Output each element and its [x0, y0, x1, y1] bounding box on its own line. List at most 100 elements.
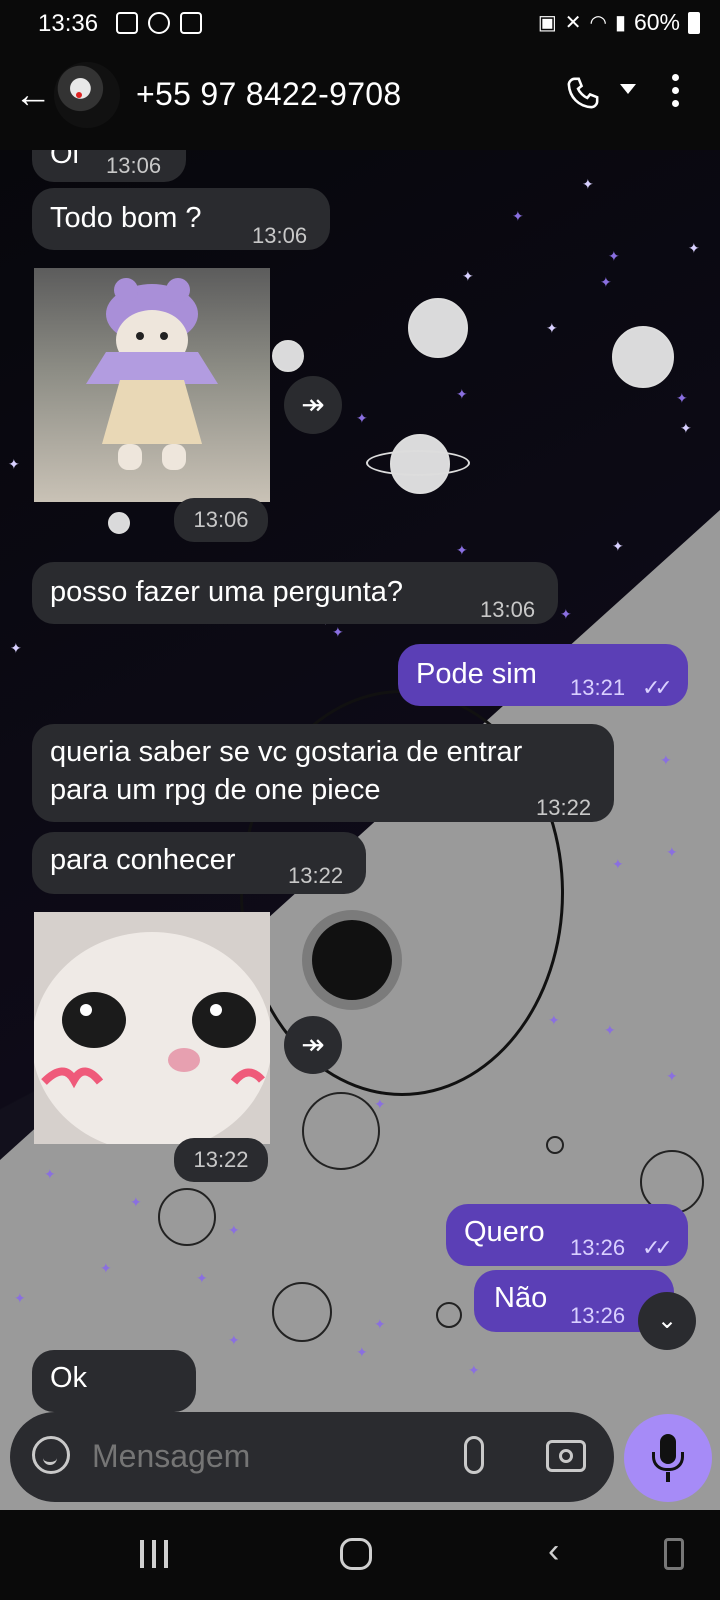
star-decoration: ✦ — [228, 1222, 240, 1238]
star-decoration: ✦ — [512, 208, 524, 224]
star-decoration: ✦ — [612, 856, 624, 872]
planet-decoration — [302, 1092, 380, 1170]
star-decoration: ✦ — [462, 268, 474, 284]
message-composer — [10, 1412, 614, 1502]
star-decoration: ✦ — [100, 1260, 112, 1276]
media-icon — [148, 12, 170, 34]
star-decoration: ✦ — [14, 1290, 26, 1306]
planet-ring-decoration — [366, 450, 470, 476]
microphone-icon-foot — [666, 1472, 670, 1482]
message-outgoing[interactable]: Quero 13:26 ✓✓ — [446, 1204, 688, 1266]
read-receipt-icon: ✓✓ — [642, 1235, 673, 1260]
message-incoming[interactable]: Ok — [32, 1350, 196, 1412]
avatar[interactable] — [54, 62, 120, 128]
star-decoration: ✦ — [688, 240, 700, 256]
star-decoration: ✦ — [604, 1022, 616, 1038]
message-incoming[interactable]: queria saber se vc gostaria de entrar pa… — [32, 724, 614, 822]
star-decoration: ✦ — [332, 624, 344, 640]
system-icons: ▣ ✕ ◠ ▮ 60% — [538, 9, 700, 36]
camera-icon[interactable] — [546, 1440, 586, 1472]
planet-decoration — [272, 340, 304, 372]
back-icon[interactable]: ‹ — [548, 1532, 559, 1571]
sticker-cat-in-hat[interactable] — [34, 268, 270, 502]
status-bar: 13:36 ▣ ✕ ◠ ▮ 60% — [0, 0, 720, 46]
message-incoming[interactable]: Oi 13:06 — [32, 150, 186, 182]
star-decoration: ✦ — [582, 176, 594, 192]
planet-decoration — [158, 1188, 216, 1246]
message-time: 13:06 — [480, 597, 536, 622]
message-incoming[interactable]: Todo bom ? 13:06 — [32, 188, 330, 250]
message-text: Ok — [50, 1362, 88, 1394]
system-nav-bar: ‹ — [0, 1510, 720, 1600]
read-receipt-icon: ✓✓ — [642, 675, 673, 700]
notification-icons — [116, 12, 202, 34]
signal-icon: ▮ — [614, 12, 626, 34]
microphone-icon-stand — [652, 1452, 684, 1471]
message-text: Pode sim — [416, 658, 537, 690]
message-time: 13:26 — [570, 1303, 626, 1328]
keyboard-toggle-icon[interactable] — [664, 1538, 684, 1570]
cat-sticker-image — [86, 278, 218, 470]
sun-decoration — [312, 920, 392, 1000]
star-decoration: ✦ — [680, 420, 692, 436]
sticker-time: 13:06 — [174, 498, 268, 542]
attach-icon[interactable] — [464, 1436, 484, 1474]
mute-icon: ✕ — [564, 12, 582, 34]
message-time: 13:26 — [570, 1235, 626, 1260]
status-time: 13:36 — [38, 10, 99, 37]
wifi-icon: ◠ — [589, 12, 607, 34]
message-text: posso fazer uma pergunta? — [50, 576, 404, 608]
message-time: 13:22 — [536, 795, 592, 820]
emoji-sticker-icon[interactable] — [32, 1436, 70, 1474]
star-decoration: ✦ — [44, 1166, 56, 1182]
forward-icon[interactable]: ↠ — [284, 1016, 342, 1074]
planet-decoration — [612, 326, 674, 388]
battery-percent: 60% — [633, 9, 680, 35]
planet-decoration — [108, 512, 130, 534]
planet-decoration — [546, 1136, 564, 1154]
message-text: Oi — [50, 150, 79, 170]
forward-icon[interactable]: ↠ — [284, 376, 342, 434]
home-icon[interactable] — [340, 1538, 372, 1570]
phone-call-icon[interactable] — [566, 76, 600, 110]
contact-name[interactable]: +55 97 8422-9708 — [136, 76, 402, 113]
call-options-chevron-icon[interactable] — [620, 84, 636, 94]
message-time: 13:06 — [252, 223, 308, 248]
star-decoration: ✦ — [196, 1270, 208, 1286]
star-decoration: ✦ — [560, 606, 572, 622]
sticker-cat-closeup[interactable] — [34, 912, 270, 1144]
message-text-line-1: queria saber se vc gostaria de entrar — [50, 736, 523, 768]
voice-record-button[interactable] — [624, 1414, 712, 1502]
recents-icon[interactable] — [140, 1540, 168, 1568]
star-decoration: ✦ — [456, 542, 468, 558]
lock-icon: ▣ — [537, 12, 557, 34]
star-decoration: ✦ — [666, 1068, 678, 1084]
chat-header: ← +55 97 8422-9708 — [0, 46, 720, 150]
star-decoration: ✦ — [10, 640, 22, 656]
message-input[interactable] — [92, 1434, 432, 1478]
star-decoration: ✦ — [608, 248, 620, 264]
star-decoration: ✦ — [374, 1316, 386, 1332]
scroll-to-bottom-icon[interactable]: ⌄ — [638, 1292, 696, 1350]
message-incoming[interactable]: posso fazer uma pergunta? 13:06 — [32, 562, 558, 624]
star-decoration: ✦ — [660, 752, 672, 768]
message-text-line-2: para um rpg de one piece — [50, 774, 381, 806]
star-decoration: ✦ — [456, 386, 468, 402]
star-decoration: ✦ — [676, 390, 688, 406]
message-text: Todo bom ? — [50, 202, 202, 234]
planet-decoration — [436, 1302, 462, 1328]
back-arrow-icon[interactable]: ← — [14, 74, 52, 117]
star-decoration: ✦ — [356, 1344, 368, 1360]
star-decoration: ✦ — [666, 844, 678, 860]
star-decoration: ✦ — [8, 456, 20, 472]
star-decoration: ✦ — [130, 1194, 142, 1210]
message-outgoing[interactable]: Pode sim 13:21 ✓✓ — [398, 644, 688, 706]
more-options-icon[interactable] — [672, 74, 680, 113]
message-time: 13:21 — [570, 675, 626, 700]
chat-area[interactable]: ✦ ✦ ✦ ✦ ✦ ✦ ✦ ✦ ✦ ✦ ✦ ✦ ✦ ✦ ✦ ✦ ✦ ✦ ✦ ✦ … — [0, 150, 720, 1510]
message-text: para conhecer — [50, 844, 236, 876]
message-text: Não — [494, 1282, 548, 1314]
star-decoration: ✦ — [612, 538, 624, 554]
sticker-time: 13:22 — [174, 1138, 268, 1182]
message-incoming[interactable]: para conhecer 13:22 — [32, 832, 366, 894]
